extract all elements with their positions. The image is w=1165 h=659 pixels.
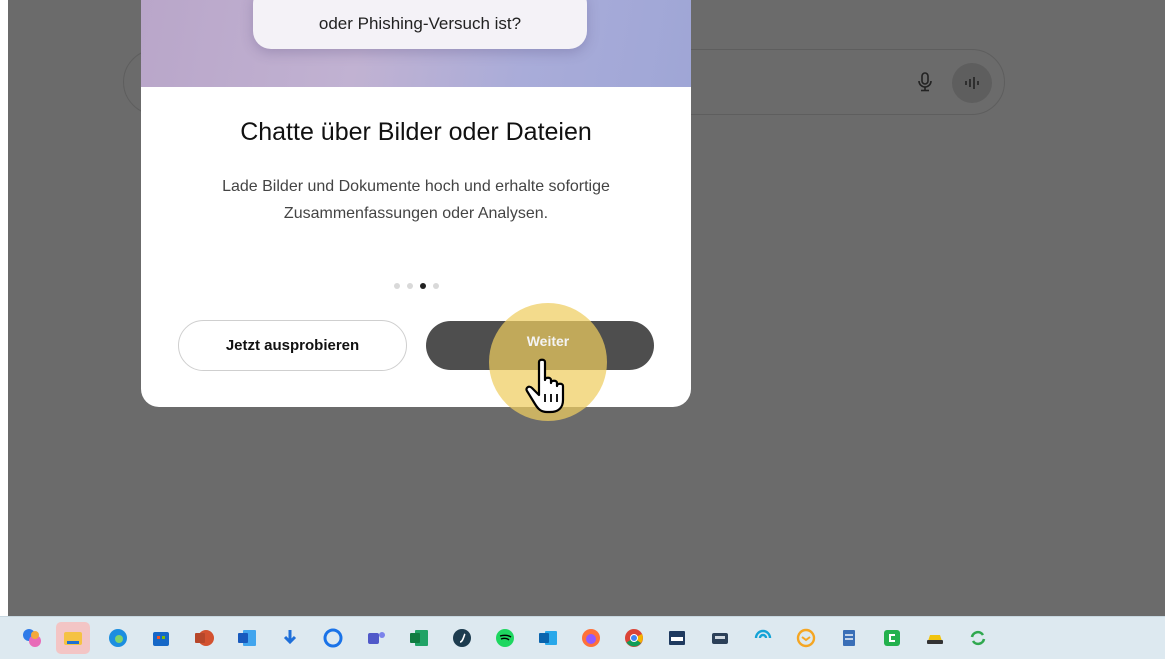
notepad-icon[interactable] [836,625,862,651]
teams-icon[interactable] [363,625,389,651]
microphone-icon[interactable] [908,65,942,99]
modal-description: Lade Bilder und Dokumente hoch und erhal… [222,178,610,222]
excel-icon[interactable] [406,625,432,651]
chrome-icon[interactable] [621,625,647,651]
page-dot-active[interactable] [419,283,426,289]
chat-bubble: oder Phishing-Versuch ist? [253,0,587,49]
spotify-icon[interactable] [492,625,518,651]
scanner-icon[interactable] [707,625,733,651]
taskbar [0,616,1165,659]
file-explorer-icon[interactable] [56,622,90,654]
modal-title: Chatte über Bilder oder Dateien [240,118,592,146]
car-app-icon[interactable] [922,625,948,651]
hero-illustration: oder Phishing-Versuch ist? [141,0,691,87]
sync-icon[interactable] [965,625,991,651]
hand-cursor-icon [525,358,565,414]
app-icon[interactable] [449,625,475,651]
mail-icon[interactable] [793,625,819,651]
powerpoint-icon[interactable] [191,625,217,651]
page-dot[interactable] [432,283,439,289]
voice-waveform-icon[interactable] [952,63,992,103]
wifi-app-icon[interactable] [750,625,776,651]
store-icon[interactable] [148,625,174,651]
chat-bubble-text: oder Phishing-Versuch ist? [318,14,522,33]
edge-icon[interactable] [105,625,131,651]
onboarding-modal: oder Phishing-Versuch ist? Chatte über B… [141,0,691,407]
next-button-label: Weiter [526,333,570,349]
page-indicator [391,282,441,290]
page-dot[interactable] [393,283,400,289]
onedrive-icon[interactable] [320,625,346,651]
try-now-button[interactable]: Jetzt ausprobieren [178,320,407,371]
browser-content: oder Phishing-Versuch ist? Chatte über B… [8,0,1165,616]
word-icon[interactable] [234,625,260,651]
copilot-icon[interactable] [19,625,45,651]
window-icon[interactable] [664,625,690,651]
firefox-icon[interactable] [578,625,604,651]
download-icon[interactable] [277,625,303,651]
page-dot[interactable] [406,283,413,289]
screen: oder Phishing-Versuch ist? Chatte über B… [0,0,1165,659]
outlook-icon[interactable] [535,625,561,651]
green-app-icon[interactable] [879,625,905,651]
